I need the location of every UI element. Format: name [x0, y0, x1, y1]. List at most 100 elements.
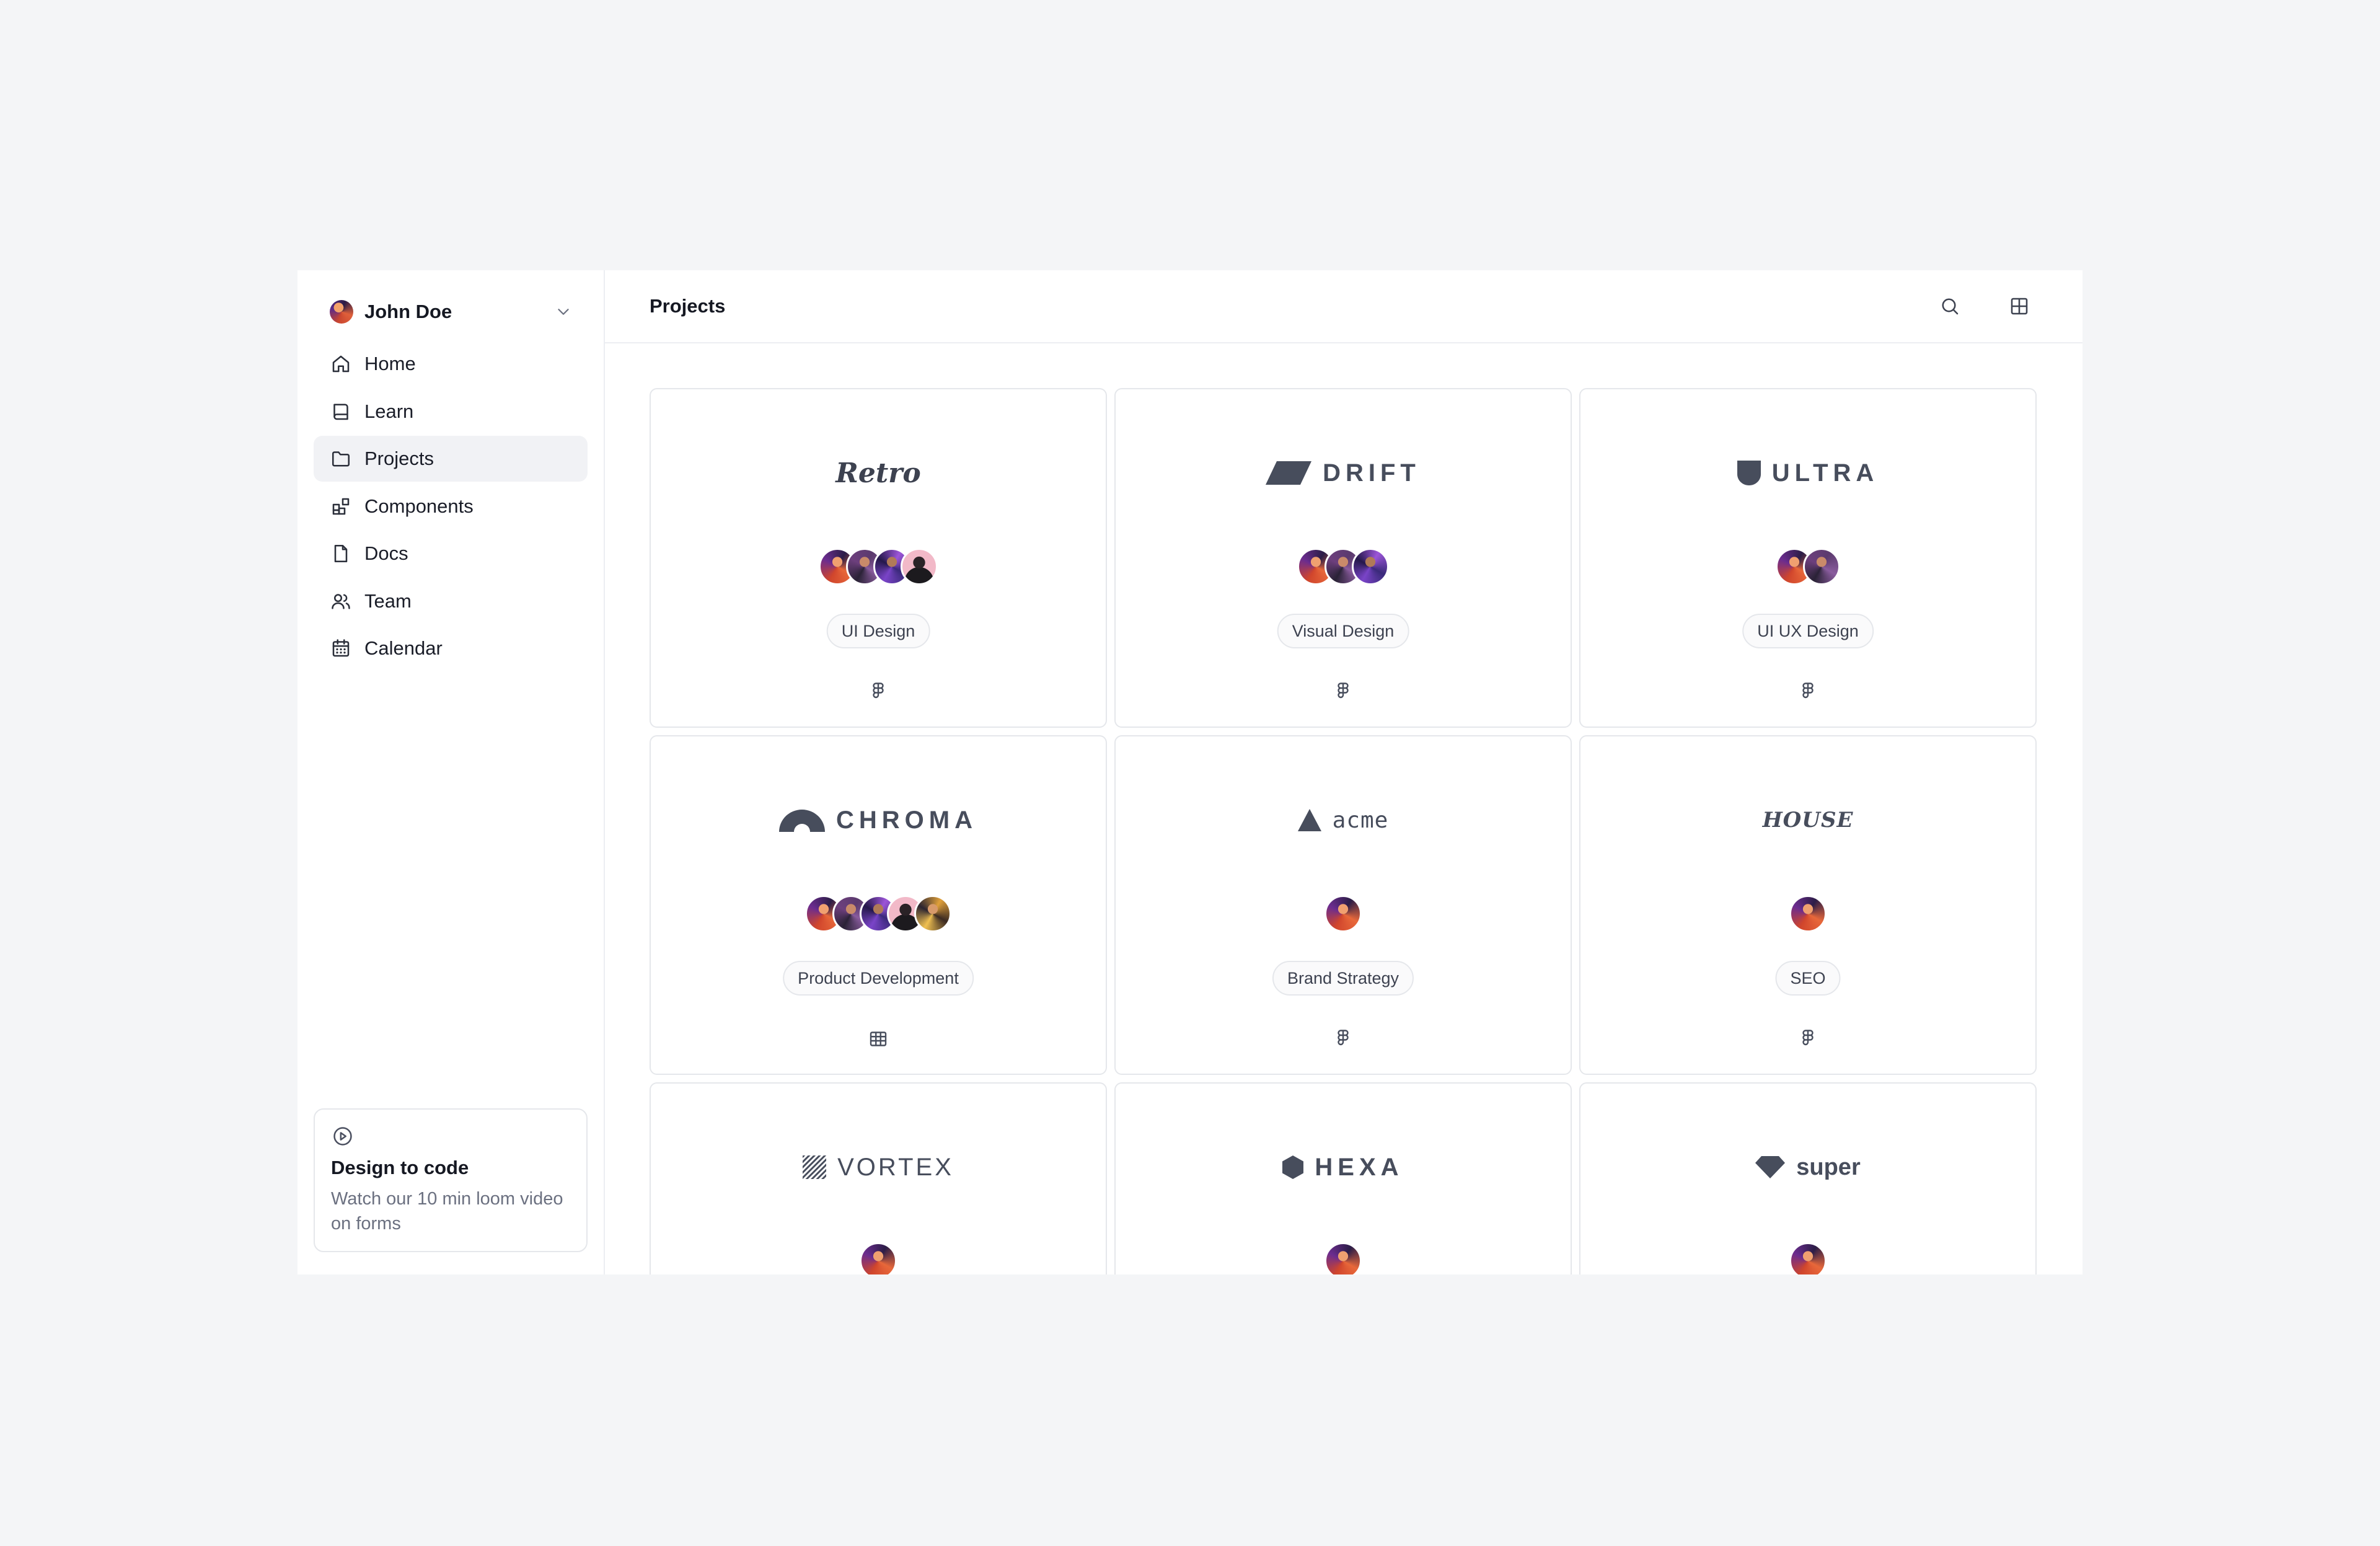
- chroma-logo-mark: [779, 810, 825, 832]
- avatar: [1352, 548, 1389, 585]
- member-avatars: [1116, 1242, 1571, 1274]
- avatar: [901, 548, 938, 585]
- project-card[interactable]: CHROMA Product Development: [650, 735, 1107, 1075]
- project-tag: Visual Design: [1277, 614, 1409, 648]
- promo-title: Design to code: [331, 1157, 469, 1178]
- promo-card[interactable]: Design to code Watch our 10 min loom vid…: [314, 1108, 588, 1252]
- book-icon: [330, 400, 352, 423]
- avatar: [1803, 548, 1840, 585]
- member-avatars: [1580, 895, 2035, 932]
- project-logo: HEXA: [1116, 1146, 1571, 1189]
- project-logo: ULTRA: [1580, 451, 2035, 495]
- member-avatars: [651, 548, 1106, 585]
- figma-icon: [867, 681, 889, 703]
- project-logo: Retro: [651, 451, 1106, 495]
- project-tag: Brand Strategy: [1272, 961, 1414, 996]
- sidebar-item-learn[interactable]: Learn: [314, 389, 588, 435]
- project-logo-text: CHROMA: [836, 806, 977, 834]
- sidebar: John Doe Home Learn Projects Components …: [298, 270, 605, 1274]
- folder-icon: [330, 448, 352, 470]
- member-avatars: [651, 895, 1106, 932]
- avatar: [914, 895, 951, 932]
- project-logo-text: Retro: [835, 457, 921, 489]
- member-avatars: [1116, 548, 1571, 585]
- sidebar-item-home[interactable]: Home: [314, 341, 588, 387]
- figma-icon: [1797, 1028, 1819, 1050]
- user-name: John Doe: [364, 301, 452, 322]
- project-logo-text: DRIFT: [1323, 459, 1421, 487]
- sidebar-item-label: Learn: [364, 400, 414, 422]
- project-card[interactable]: HOUSE SEO: [1579, 735, 2037, 1075]
- project-logo-text: VORTEX: [837, 1153, 954, 1181]
- member-avatars: [1580, 1242, 2035, 1274]
- page-title: Projects: [650, 295, 726, 317]
- sidebar-item-label: Projects: [364, 448, 434, 469]
- project-logo: VORTEX: [651, 1146, 1106, 1189]
- sidebar-item-label: Home: [364, 353, 416, 374]
- member-avatars: [651, 1242, 1106, 1274]
- grid-layout-icon: [2008, 295, 2030, 317]
- project-card[interactable]: Retro UI Design: [650, 388, 1107, 728]
- user-switcher[interactable]: John Doe: [314, 288, 588, 336]
- super-logo-mark: [1755, 1156, 1786, 1178]
- avatar: [1789, 895, 1827, 932]
- file-icon: [330, 542, 352, 565]
- search-button[interactable]: [1931, 288, 1968, 325]
- users-icon: [330, 590, 352, 612]
- project-logo: super: [1580, 1146, 2035, 1189]
- acme-logo-mark: [1297, 809, 1321, 831]
- project-logo: acme: [1116, 798, 1571, 842]
- sidebar-item-label: Team: [364, 590, 412, 612]
- calendar-icon: [330, 637, 352, 660]
- project-card[interactable]: DRIFT Visual Design: [1114, 388, 1572, 728]
- project-tag: UI UX Design: [1742, 614, 1874, 648]
- top-bar: Projects: [605, 270, 2082, 343]
- project-logo: HOUSE: [1580, 798, 2035, 842]
- user-avatar: [330, 300, 353, 324]
- figma-icon: [1332, 681, 1354, 703]
- figma-icon: [1797, 681, 1819, 703]
- sidebar-item-docs[interactable]: Docs: [314, 531, 588, 576]
- drift-logo-mark: [1266, 461, 1312, 485]
- ultra-logo-mark: [1737, 461, 1761, 485]
- main-content: Projects Retro UI Design DRIFT Visual De…: [605, 270, 2082, 1274]
- table-icon: [867, 1028, 889, 1050]
- avatar: [1789, 1242, 1827, 1274]
- sidebar-item-calendar[interactable]: Calendar: [314, 625, 588, 671]
- sidebar-item-components[interactable]: Components: [314, 484, 588, 529]
- sidebar-item-projects[interactable]: Projects: [314, 436, 588, 482]
- sidebar-item-label: Docs: [364, 542, 408, 564]
- project-card[interactable]: acme Brand Strategy: [1114, 735, 1572, 1075]
- avatar: [1324, 1242, 1362, 1274]
- project-logo-text: acme: [1332, 807, 1389, 833]
- project-logo-text: super: [1796, 1154, 1861, 1180]
- layout-toggle-button[interactable]: [2001, 288, 2038, 325]
- project-card[interactable]: HEXA: [1114, 1082, 1572, 1274]
- projects-grid: Retro UI Design DRIFT Visual Design ULTR…: [650, 388, 2037, 1274]
- play-circle-icon: [331, 1124, 570, 1148]
- search-icon: [1939, 295, 1961, 317]
- project-logo-text: HEXA: [1315, 1153, 1404, 1181]
- project-tag: UI Design: [826, 614, 930, 648]
- avatar: [1324, 895, 1362, 932]
- chevron-down-icon[interactable]: [554, 303, 573, 321]
- hexa-logo-mark: [1282, 1155, 1304, 1179]
- member-avatars: [1580, 548, 2035, 585]
- project-card[interactable]: ULTRA UI UX Design: [1579, 388, 2037, 728]
- sidebar-nav: Home Learn Projects Components Docs Team…: [314, 341, 588, 671]
- project-logo: DRIFT: [1116, 451, 1571, 495]
- home-icon: [330, 353, 352, 375]
- vortex-logo-mark: [803, 1155, 827, 1179]
- project-logo: CHROMA: [651, 798, 1106, 842]
- member-avatars: [1116, 895, 1571, 932]
- components-icon: [330, 495, 352, 518]
- project-card[interactable]: VORTEX: [650, 1082, 1107, 1274]
- project-tag: SEO: [1775, 961, 1841, 996]
- sidebar-item-label: Components: [364, 495, 474, 517]
- sidebar-item-label: Calendar: [364, 637, 443, 659]
- project-logo-text: ULTRA: [1771, 459, 1879, 487]
- sidebar-item-team[interactable]: Team: [314, 578, 588, 624]
- promo-text: Watch our 10 min loom video on forms: [331, 1189, 563, 1234]
- project-logo-text: HOUSE: [1762, 808, 1854, 833]
- project-card[interactable]: super: [1579, 1082, 2037, 1274]
